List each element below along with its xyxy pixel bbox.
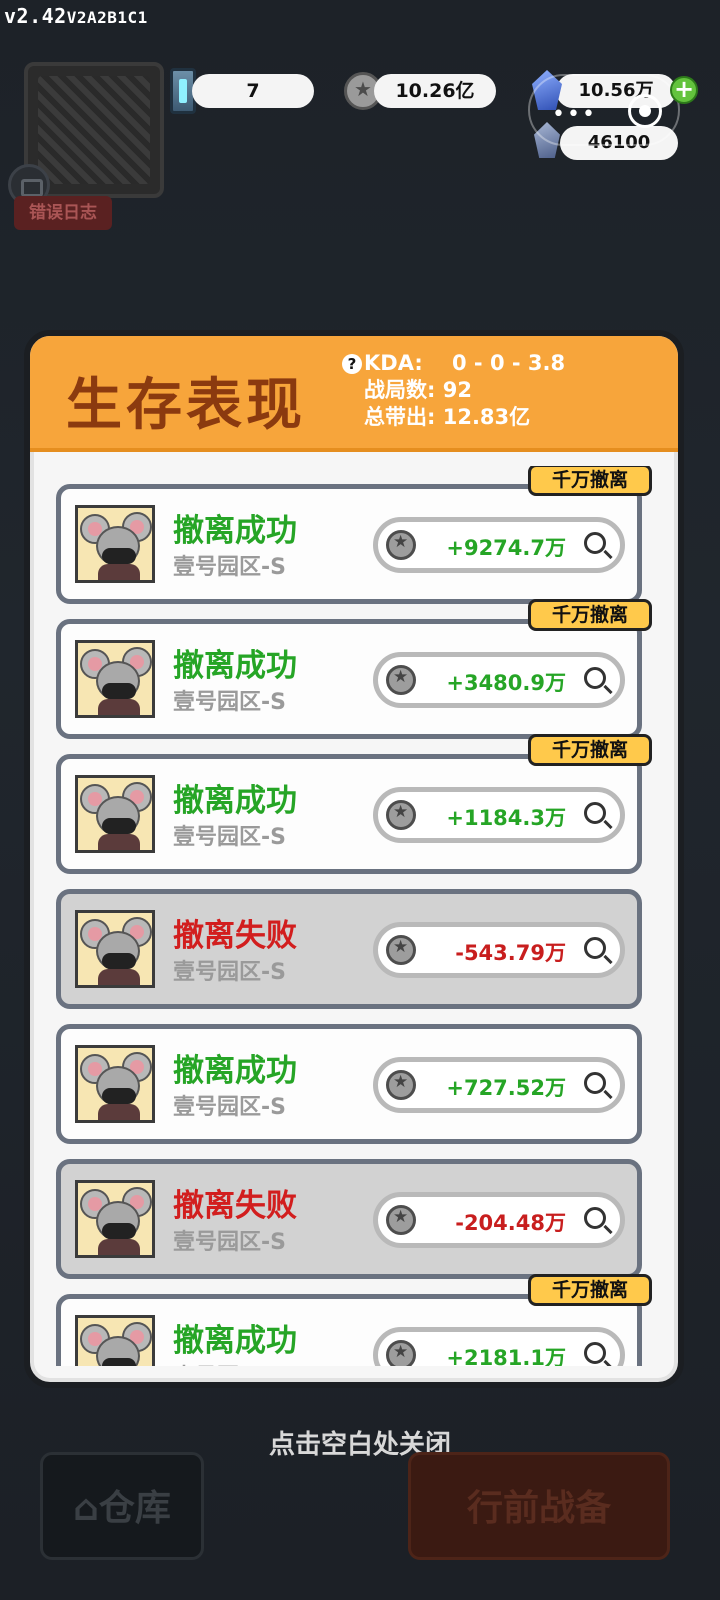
coin-icon	[386, 1340, 416, 1366]
character-portrait	[75, 640, 155, 718]
coin-icon	[386, 530, 416, 560]
matches-value: 92	[442, 378, 472, 402]
portrait-body	[98, 969, 140, 985]
kda-value: 0 - 0 - 3.8	[452, 351, 566, 375]
record-tag-badge: 千万撤离	[528, 466, 652, 496]
record-status: 撤离成功	[173, 1323, 297, 1359]
search-icon[interactable]	[584, 667, 606, 689]
record-list[interactable]: 撤离成功壹号园区-S+9274.7万千万撤离撤离成功壹号园区-S+3480.9万…	[30, 466, 678, 1366]
record-amount-pill[interactable]: +3480.9万	[373, 652, 625, 708]
coin-icon	[386, 800, 416, 830]
coin-icon	[386, 1070, 416, 1100]
add-gems-button[interactable]: +	[670, 76, 698, 104]
record-amount-pill[interactable]: -543.79万	[373, 922, 625, 978]
record-status: 撤离成功	[173, 513, 297, 549]
search-icon[interactable]	[584, 1072, 606, 1094]
warehouse-button[interactable]: ⌂仓库	[40, 1452, 204, 1560]
coin-icon	[386, 1205, 416, 1235]
record-zone: 壹号园区-S	[173, 1230, 286, 1255]
prepare-button[interactable]: 行前战备	[408, 1452, 670, 1560]
portrait-mask	[102, 1223, 136, 1239]
record-card[interactable]: 撤离成功壹号园区-S +1184.3万	[56, 754, 642, 874]
coin-icon	[386, 665, 416, 695]
record-amount: +2181.1万	[446, 1346, 566, 1366]
version-label: v2.42V2A2B1C1	[4, 4, 148, 28]
version-number: v2.42	[4, 4, 67, 28]
record-status: 撤离成功	[173, 648, 297, 684]
record-zone: 壹号园区-S	[173, 825, 286, 850]
portrait-body	[98, 1239, 140, 1255]
avatar-image	[38, 76, 150, 184]
character-portrait	[75, 1045, 155, 1123]
character-portrait	[75, 1315, 155, 1366]
build-code: V2A2B1C1	[66, 8, 148, 27]
matches-label: 战局数:	[364, 378, 436, 402]
record-tag-badge: 千万撤离	[528, 734, 652, 766]
warehouse-label: 仓库	[98, 1488, 171, 1529]
record-card[interactable]: 撤离失败壹号园区-S -543.79万	[56, 889, 642, 1009]
error-log-button[interactable]: 错误日志	[14, 196, 112, 230]
record-status: 撤离失败	[173, 1188, 297, 1224]
search-icon[interactable]	[584, 1342, 606, 1364]
home-icon: ⌂	[73, 1488, 99, 1529]
record-amount: +727.52万	[446, 1076, 566, 1100]
coin-counter: 10.26亿	[374, 74, 496, 108]
help-icon[interactable]: ?	[342, 354, 362, 374]
survival-performance-panel: 生存表现 ? KDA: 0 - 0 - 3.8 战局数: 92 总带出: 12.8…	[24, 330, 684, 1388]
record-zone: 壹号园区-S	[173, 1095, 286, 1120]
record-card[interactable]: 撤离失败壹号园区-S -204.48万	[56, 1159, 642, 1279]
character-portrait	[75, 910, 155, 988]
portrait-body	[98, 564, 140, 580]
kda-label: KDA:	[364, 351, 423, 375]
search-icon[interactable]	[584, 937, 606, 959]
search-icon[interactable]	[584, 532, 606, 554]
record-amount: +3480.9万	[446, 671, 566, 695]
record-card[interactable]: 撤离成功壹号园区-S +9274.7万	[56, 484, 642, 604]
record-amount: +9274.7万	[446, 536, 566, 560]
search-icon[interactable]	[584, 1207, 606, 1229]
record-zone: 壹号园区-S	[173, 555, 286, 580]
record-tag-badge: 千万撤离	[528, 1274, 652, 1306]
close-target-icon[interactable]	[628, 94, 662, 128]
record-amount: -543.79万	[455, 941, 566, 965]
character-portrait	[75, 1180, 155, 1258]
record-zone: 壹号园区-S	[173, 690, 286, 715]
panel-header: 生存表现 ? KDA: 0 - 0 - 3.8 战局数: 92 总带出: 12.8…	[30, 336, 678, 452]
record-amount-pill[interactable]: -204.48万	[373, 1192, 625, 1248]
more-icon[interactable]: •••	[552, 102, 597, 127]
record-amount-pill[interactable]: +1184.3万	[373, 787, 625, 843]
record-amount-pill[interactable]: +727.52万	[373, 1057, 625, 1113]
total-value: 12.83亿	[442, 405, 531, 429]
record-amount: -204.48万	[455, 1211, 566, 1235]
character-portrait	[75, 775, 155, 853]
panel-title: 生存表现	[66, 373, 306, 438]
character-portrait	[75, 505, 155, 583]
portrait-body	[98, 1104, 140, 1120]
miniprogram-capsule[interactable]: •••	[528, 74, 680, 146]
record-zone: 壹号园区-S	[173, 960, 286, 985]
portrait-mask	[102, 818, 136, 834]
portrait-mask	[102, 683, 136, 699]
record-card[interactable]: 撤离成功壹号园区-S +727.52万	[56, 1024, 642, 1144]
record-amount-pill[interactable]: +2181.1万	[373, 1327, 625, 1366]
portrait-mask	[102, 953, 136, 969]
stats-summary: ? KDA: 0 - 0 - 3.8 战局数: 92 总带出: 12.83亿	[342, 350, 565, 431]
coin-icon	[386, 935, 416, 965]
portrait-body	[98, 834, 140, 850]
record-amount: +1184.3万	[446, 806, 566, 830]
record-status: 撤离成功	[173, 783, 297, 819]
record-status: 撤离成功	[173, 1053, 297, 1089]
portrait-mask	[102, 1358, 136, 1366]
record-amount-pill[interactable]: +9274.7万	[373, 517, 625, 573]
portrait-body	[98, 699, 140, 715]
portrait-mask	[102, 1088, 136, 1104]
portrait-mask	[102, 548, 136, 564]
record-tag-badge: 千万撤离	[528, 599, 652, 631]
energy-counter: 7	[192, 74, 314, 108]
search-icon[interactable]	[584, 802, 606, 824]
record-status: 撤离失败	[173, 918, 297, 954]
total-label: 总带出:	[364, 405, 436, 429]
record-zone: 壹号园区-S	[173, 1359, 286, 1366]
record-card[interactable]: 撤离成功壹号园区-S +3480.9万	[56, 619, 642, 739]
